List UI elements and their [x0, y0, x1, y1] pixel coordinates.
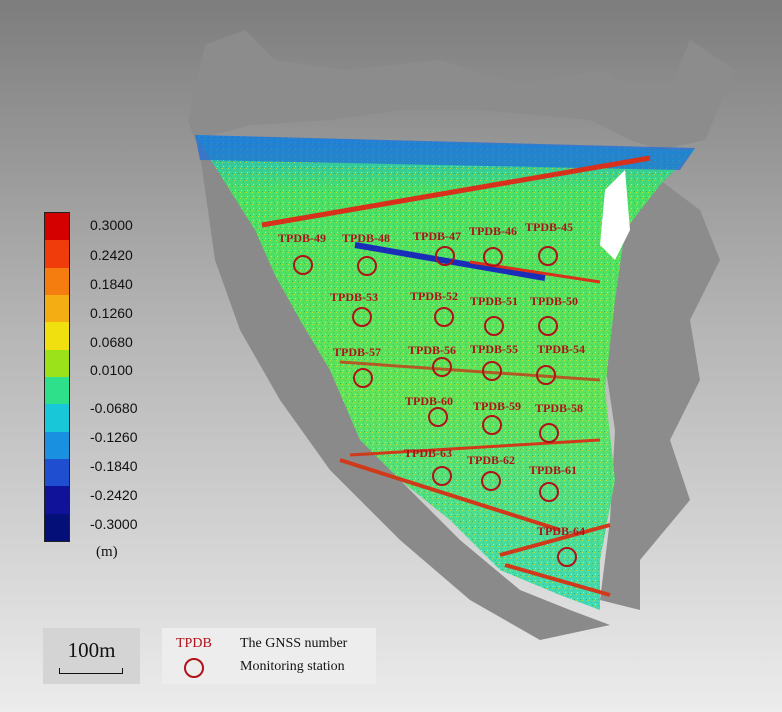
colorbar-segment [45, 459, 69, 487]
colorbar-segment [45, 213, 69, 241]
station-label: TPDB-63 [404, 446, 452, 460]
colorbar-segment [45, 240, 69, 269]
colorbar-tick-label: 0.0680 [90, 334, 133, 350]
deformation-map: TPDB-49 TPDB-48 TPDB-47 TPDB-46 TPDB-45 TPDB-… [188, 30, 735, 640]
colorbar-tick-label: 0.0100 [90, 362, 133, 378]
station-label: TPDB-64 [537, 524, 585, 538]
scale-line [59, 668, 123, 674]
colorbar-tick-label: 0.3000 [90, 217, 133, 233]
scale-bar: 100m [43, 628, 140, 684]
colorbar-tick-label: -0.1840 [90, 458, 138, 474]
colorbar-segment [45, 349, 69, 378]
station-label: TPDB-54 [537, 342, 585, 356]
colorbar-tick-label: 0.2420 [90, 247, 133, 263]
legend-station-text: Monitoring station [240, 659, 345, 674]
scale-label: 100m [67, 638, 116, 662]
legend-tpdb-label: TPDB [176, 636, 212, 651]
station-label: TPDB-55 [470, 342, 518, 356]
colorbar-segment [45, 404, 69, 433]
station-label: TPDB-57 [333, 345, 381, 359]
station-label: TPDB-50 [530, 294, 578, 308]
station-label: TPDB-58 [535, 401, 583, 415]
station-label: TPDB-59 [473, 399, 521, 413]
colorbar-segment [45, 431, 69, 460]
terrain-top [188, 30, 735, 150]
station-label: TPDB-60 [405, 394, 453, 408]
colorbar-tick-label: 0.1260 [90, 305, 133, 321]
station-label: TPDB-48 [342, 231, 390, 245]
station-label: TPDB-47 [413, 229, 461, 243]
colorbar-tick-label: -0.2420 [90, 487, 138, 503]
station-label: TPDB-45 [525, 220, 573, 234]
colorbar-tick-label: -0.1260 [90, 429, 138, 445]
station-label: TPDB-61 [529, 463, 577, 477]
colorbar-tick-label: -0.3000 [90, 516, 138, 532]
station-label: TPDB-62 [467, 453, 515, 467]
station-label: TPDB-52 [410, 289, 458, 303]
colorbar-tick-label: -0.0680 [90, 400, 138, 416]
colorbar-segment [45, 322, 69, 351]
colorbar-segment [45, 377, 69, 405]
legend-gnss-text: The GNSS number [240, 636, 348, 651]
colorbar-segment [45, 295, 69, 323]
colorbar-unit: (m) [96, 544, 118, 560]
colorbar-segment [45, 267, 69, 296]
legend-circle-icon [184, 658, 204, 678]
station-label: TPDB-56 [408, 343, 456, 357]
colorbar-tick-label: 0.1840 [90, 276, 133, 292]
station-label: TPDB-53 [330, 290, 378, 304]
colorbar-segment [45, 513, 69, 542]
station-label: TPDB-49 [278, 231, 326, 245]
colorbar [44, 212, 70, 542]
station-label: TPDB-46 [469, 224, 517, 238]
station-label: TPDB-51 [470, 294, 518, 308]
colorbar-segment [45, 486, 69, 515]
legend: TPDB The GNSS number Monitoring station [162, 628, 376, 684]
